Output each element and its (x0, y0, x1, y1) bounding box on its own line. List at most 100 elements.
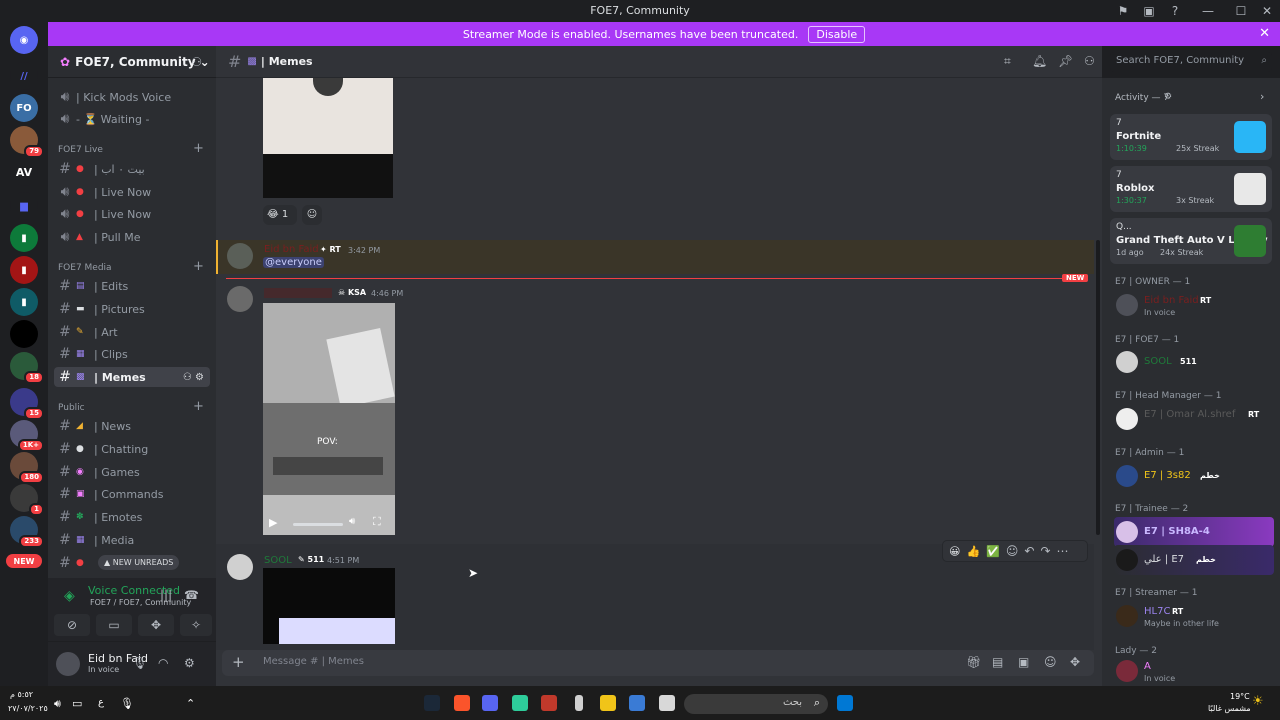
discord-icon[interactable] (482, 695, 498, 711)
channel-item[interactable]: 🔊︎ ● | Live Now (54, 204, 210, 224)
tray-chevron-icon[interactable]: ⌃ (186, 697, 195, 710)
settings-icon[interactable]: ⚙ (184, 656, 195, 670)
check-icon[interactable]: ✅ (986, 545, 1000, 558)
microphone-icon[interactable]: 🎙︎ (132, 656, 147, 670)
channel-item[interactable]: 🔊︎ ▲ | Pull Me (54, 227, 210, 247)
app-icon[interactable] (512, 695, 528, 711)
screen-share-button[interactable]: ▭ (96, 614, 132, 636)
meme-image[interactable] (263, 568, 395, 644)
add-reaction-icon[interactable]: ☺ (1006, 544, 1019, 558)
close-window-button[interactable]: ✕ (1254, 0, 1280, 22)
store-icon[interactable] (629, 695, 645, 711)
member-item[interactable]: SOOL 511 (1114, 347, 1274, 377)
play-icon[interactable]: ▶ (269, 516, 277, 529)
voice-channel[interactable]: 🔊︎ | Kick Mods Voice (54, 87, 210, 107)
category-label[interactable]: FOE7 Live (58, 145, 103, 155)
channel-item[interactable]: 🔊︎ ● | Live Now (54, 182, 210, 202)
video-player[interactable]: POV: ▶ 🔊︎ ⛶ (263, 303, 395, 535)
steam-icon[interactable] (424, 695, 440, 711)
channel-item[interactable]: # ▦ | Clips (54, 344, 210, 364)
avatar[interactable] (227, 286, 253, 312)
channel-item[interactable]: # ◢ | News (54, 416, 210, 436)
server-icon[interactable]: 180 (10, 452, 44, 484)
minimize-button[interactable]: — (1188, 0, 1228, 22)
play-icon[interactable] (313, 78, 343, 96)
fullscreen-icon[interactable]: ⛶ (373, 515, 381, 529)
member-item[interactable]: Eid bn Faid RT In voice (1114, 290, 1274, 320)
add-channel-icon[interactable]: + (193, 141, 204, 156)
category-label[interactable]: FOE7 Media (58, 263, 112, 273)
inbox-icon[interactable]: ⚑ (1110, 0, 1136, 22)
member-item[interactable]: A In voice (1114, 656, 1274, 686)
notepad-icon[interactable] (659, 695, 675, 711)
pin-icon[interactable]: 📌︎ (1058, 54, 1073, 68)
forward-icon[interactable]: ↷ (1040, 544, 1050, 558)
server-icon[interactable]: FO (10, 94, 38, 122)
windows-start-icon[interactable] (837, 695, 853, 711)
maximize-button[interactable]: ☐ (1228, 0, 1254, 22)
server-icon[interactable]: 1 (10, 484, 44, 516)
server-header[interactable]: ✿ FOE7, Community ⌄ ⚇ (48, 46, 216, 78)
disconnect-icon[interactable]: ☎ (184, 588, 199, 602)
server-icon[interactable]: // (10, 62, 38, 90)
channel-item[interactable]: # ▦ | Media (54, 530, 210, 550)
apps-icon[interactable]: ✥ (1070, 655, 1080, 669)
member-item[interactable]: HL7C RT Maybe in other life (1114, 601, 1274, 631)
mic-tray-icon[interactable]: 🎙︎ (120, 697, 134, 710)
channel-item[interactable]: # ● | Chatting (54, 439, 210, 459)
reaction-emoji-icon[interactable]: 😀 (949, 545, 960, 558)
server-icon[interactable]: ▮ (10, 224, 38, 252)
channel-item[interactable]: # ◉ | Games (54, 462, 210, 482)
noise-suppression-icon[interactable]: ||| (160, 588, 172, 602)
message-author[interactable]: Eid bn Faid (264, 244, 319, 255)
thumbsup-icon[interactable]: 👍 (966, 545, 980, 558)
emoji-icon[interactable]: ☺ (1044, 655, 1057, 669)
server-icon-av[interactable]: AV (10, 158, 38, 186)
add-reaction-icon[interactable]: ☺ (302, 205, 322, 225)
activity-card[interactable]: Q... Grand Theft Auto V Legacy 1d ago 24… (1110, 218, 1272, 264)
channel-item[interactable]: # ✎ | Art (54, 322, 210, 342)
everyone-mention[interactable]: @everyone (263, 257, 324, 268)
discord-home-icon[interactable]: ◉ (10, 26, 38, 54)
avatar[interactable] (56, 652, 80, 676)
attach-icon[interactable]: + (232, 653, 245, 671)
taskbar-search[interactable]: بحث ⌕ (684, 694, 828, 714)
chat-scrollbar[interactable] (1096, 240, 1100, 535)
soundboard-button[interactable]: ✧ (180, 614, 212, 636)
voicemeeter-icon[interactable] (541, 695, 557, 711)
gift-icon[interactable]: 🎁︎ (966, 655, 981, 669)
volume-icon[interactable]: 🔊︎ (349, 516, 355, 527)
channel-item[interactable]: # ● | بيت ۰ اب (54, 159, 210, 179)
headphones-icon[interactable]: ◠ (158, 656, 168, 670)
server-icon[interactable]: ▮ (10, 288, 38, 316)
sticker-icon[interactable]: ▣ (1018, 655, 1029, 669)
add-channel-icon[interactable]: + (193, 399, 204, 414)
category-label[interactable]: Public (58, 403, 85, 413)
avatar[interactable] (227, 554, 253, 580)
close-icon[interactable]: ✕ (1259, 26, 1270, 41)
server-icon[interactable]: 18 (10, 352, 44, 384)
video-progress[interactable] (293, 523, 343, 526)
reply-icon[interactable]: ↶ (1024, 544, 1034, 558)
search-input[interactable]: Search FOE7, Community ⌕ (1110, 52, 1272, 72)
weather-sun-icon[interactable]: ☀ (1252, 694, 1264, 709)
camera-off-button[interactable]: ⊘ (54, 614, 90, 636)
channel-item[interactable]: # ▤ | Edits (54, 276, 210, 296)
add-channel-icon[interactable]: + (193, 259, 204, 274)
server-icon[interactable] (10, 320, 38, 348)
activities-button[interactable]: ✥ (138, 614, 174, 636)
avatar[interactable] (227, 243, 253, 269)
truncated-author[interactable] (264, 288, 332, 298)
member-item[interactable]: علي | E7 خطم (1114, 545, 1274, 575)
gif-icon[interactable]: ▤ (992, 655, 1003, 669)
invite-settings-icon[interactable]: ⚇ ⚙ (183, 372, 204, 383)
chevron-right-icon[interactable]: › (1260, 90, 1264, 103)
server-icon[interactable]: 1K+ (10, 420, 44, 452)
voice-channel[interactable]: 🔊︎ - ⏳ Waiting - (54, 109, 210, 129)
members-icon[interactable]: ⚇ (1084, 54, 1095, 68)
meme-image[interactable] (263, 78, 393, 154)
member-item[interactable]: E7 | SH8A-4 (1114, 517, 1274, 547)
new-servers-pill[interactable]: NEW (6, 554, 42, 568)
server-icon[interactable]: 79 (10, 126, 44, 158)
folder-icon[interactable]: ▆ (10, 192, 38, 220)
